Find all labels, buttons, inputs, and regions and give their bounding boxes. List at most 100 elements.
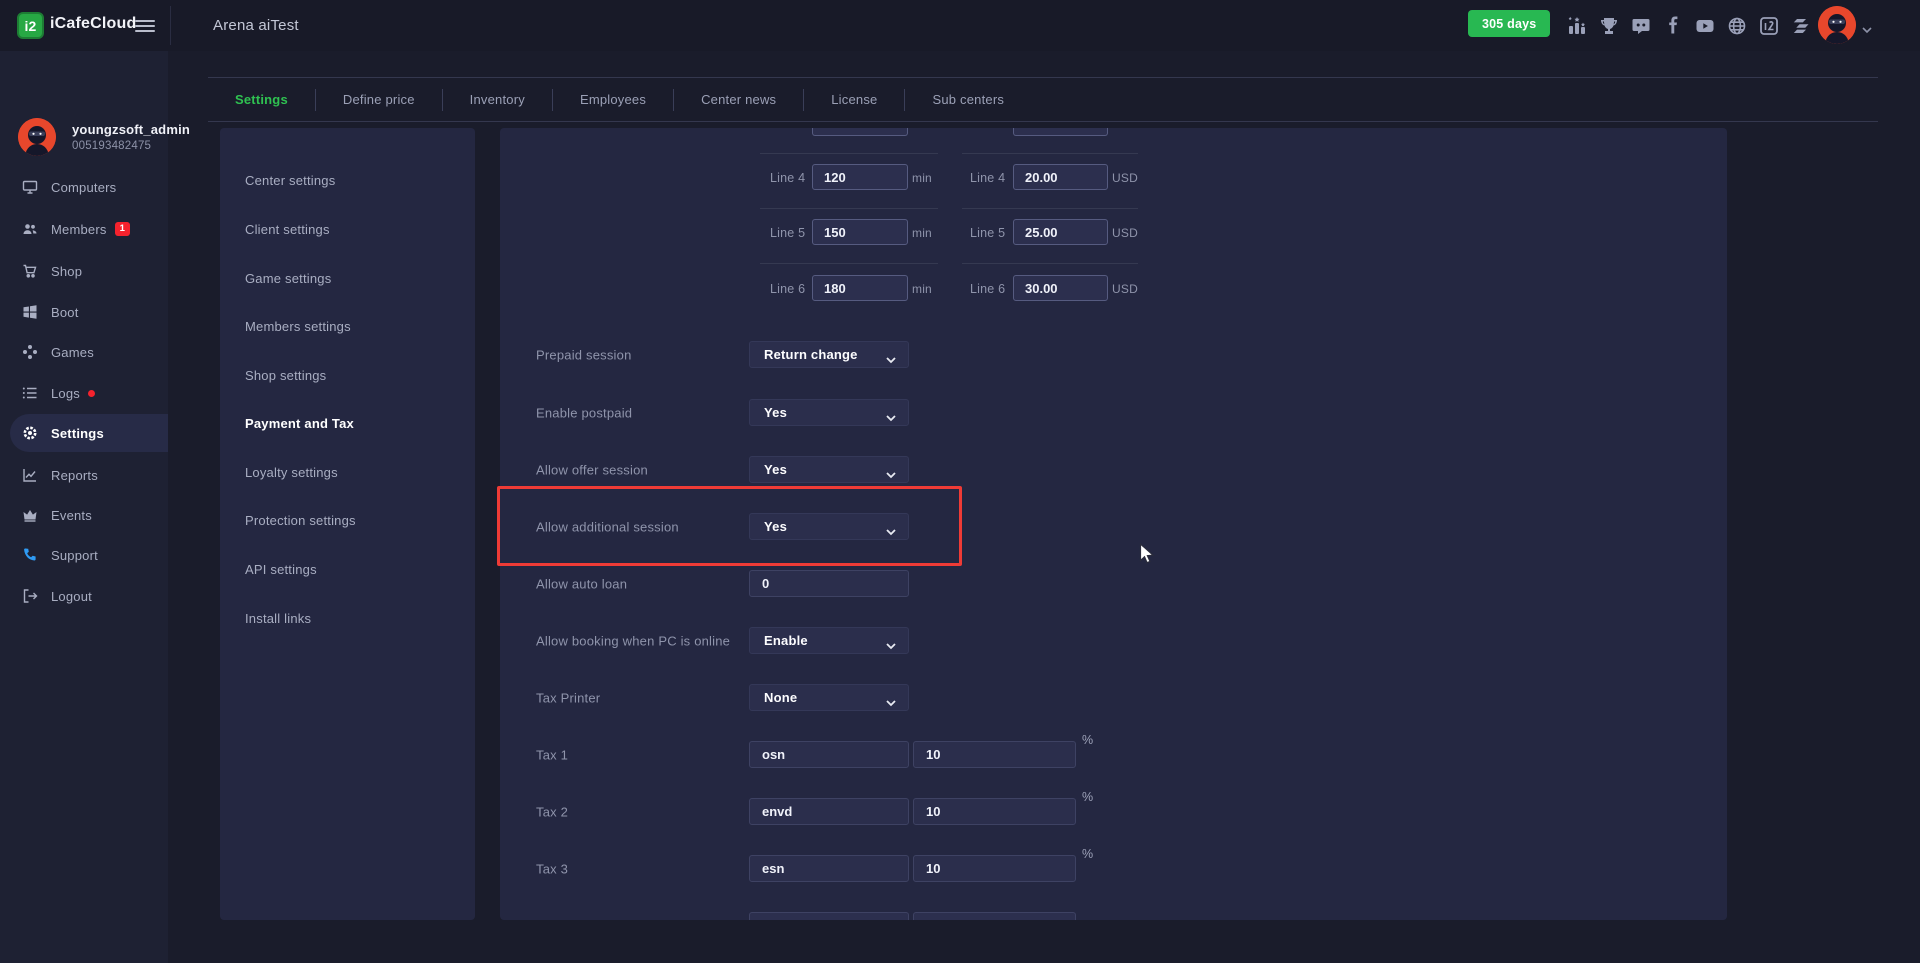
tab-inventory[interactable]: Inventory [443,92,552,107]
line5-usd-unit: USD [1112,226,1138,240]
discord-icon[interactable] [1629,14,1652,37]
sidebar-item-logout[interactable]: Logout [0,577,168,615]
nav-client-settings[interactable]: Client settings [245,219,330,239]
tab-define-price[interactable]: Define price [316,92,442,107]
sidebar-item-support[interactable]: Support [0,536,168,574]
header-divider [170,6,171,45]
chart-icon [21,467,38,484]
nav-center-settings[interactable]: Center settings [245,170,335,190]
form-row-prepaid-session: Prepaid session Return change [500,341,1727,369]
line5-min-input[interactable] [812,219,908,245]
allow-booking-select[interactable]: Enable [749,627,909,654]
nav-shop-settings[interactable]: Shop settings [245,365,326,385]
tab-sub-centers[interactable]: Sub centers [905,92,1031,107]
brand-logo-icon[interactable]: i2 [17,12,44,39]
line4-usd-unit: USD [1112,171,1138,185]
allow-auto-loan-input[interactable] [749,570,909,597]
line6-min-input[interactable] [812,275,908,301]
line6-usd-input[interactable] [1013,275,1108,301]
globe-icon[interactable] [1725,14,1748,37]
nav-members-settings[interactable]: Members settings [245,316,351,336]
sidebar-item-shop[interactable]: Shop [0,252,168,290]
form-row-allow-auto-loan: Allow auto loan [500,570,1727,598]
enable-postpaid-select[interactable]: Yes [749,399,909,426]
tax1-rate-input[interactable] [913,741,1076,768]
form-row-tax1: Tax 1 % [500,741,1727,769]
tabbar-bottom-divider [208,121,1878,122]
form-row-allow-offer-session: Allow offer session Yes [500,456,1727,484]
tax3-percent-unit: % [1082,847,1093,861]
nav-game-settings[interactable]: Game settings [245,268,331,288]
tax1-percent-unit: % [1082,733,1093,747]
user-name: youngzsoft_admin [72,122,190,137]
trophy-icon[interactable] [1597,14,1620,37]
line6-min-unit: min [912,282,932,296]
nav-protection-settings[interactable]: Protection settings [245,510,356,530]
sidebar-user-avatar[interactable] [18,118,56,156]
account-caret-icon[interactable] [1862,21,1872,31]
tax3-name-input[interactable] [749,855,909,882]
scrolled-input-sliver [913,912,1076,920]
logs-alert-dot [88,390,95,397]
chevron-down-icon [886,524,896,531]
tab-center-news[interactable]: Center news [674,92,803,107]
form-row-allow-booking: Allow booking when PC is online Enable [500,627,1727,655]
tab-employees[interactable]: Employees [553,92,673,107]
sidebar-item-games[interactable]: Games [0,333,168,371]
youtube-icon[interactable] [1693,14,1716,37]
tax-printer-select[interactable]: None [749,684,909,711]
line6-usd-label: Line 6 [970,282,1005,296]
line5-min-unit: min [912,226,932,240]
sidebar-item-members[interactable]: Members 1 [0,210,168,248]
chevron-down-icon [886,410,896,417]
phone-icon [21,547,38,564]
tax1-name-input[interactable] [749,741,909,768]
form-row-enable-postpaid: Enable postpaid Yes [500,399,1727,427]
users-icon [21,221,38,238]
tax2-rate-input[interactable] [913,798,1076,825]
tax2-name-input[interactable] [749,798,909,825]
hamburger-menu-icon[interactable] [135,17,155,33]
windows-icon [21,304,38,321]
members-count-badge: 1 [115,222,130,236]
top-header: i2 iCafeCloud Arena aiTest 305 days [0,0,1920,51]
allow-offer-session-select[interactable]: Yes [749,456,909,483]
tax3-rate-input[interactable] [913,855,1076,882]
tab-license[interactable]: License [804,92,904,107]
list-icon [21,385,38,402]
facebook-icon[interactable] [1661,14,1684,37]
sidebar-item-settings[interactable]: Settings [10,414,168,452]
nav-install-links[interactable]: Install links [245,608,311,628]
user-avatar[interactable] [1818,6,1856,44]
user-id: 005193482475 [72,140,151,152]
icafemenu-icon[interactable] [1789,14,1812,37]
form-row-tax2: Tax 2 % [500,798,1727,826]
sidebar-item-reports[interactable]: Reports [0,456,168,494]
nav-loyalty-settings[interactable]: Loyalty settings [245,462,338,482]
tab-settings[interactable]: Settings [208,92,315,107]
scrolled-input-sliver [749,912,909,920]
allow-additional-session-select[interactable]: Yes [749,513,909,540]
sidebar-item-boot[interactable]: Boot [0,293,168,331]
nav-api-settings[interactable]: API settings [245,559,317,579]
scrolled-input-sliver [812,128,908,136]
sidebar-item-computers[interactable]: Computers [0,168,168,206]
monitor-icon [21,179,38,196]
line5-usd-input[interactable] [1013,219,1108,245]
line6-usd-unit: USD [1112,282,1138,296]
line5-usd-label: Line 5 [970,226,1005,240]
line4-min-input[interactable] [812,164,908,190]
gear-icon [21,425,38,442]
brand-name: iCafeCloud [50,15,136,33]
ranking-icon[interactable] [1565,14,1588,37]
license-days-badge[interactable]: 305 days [1468,10,1550,37]
nav-payment-and-tax[interactable]: Payment and Tax [245,413,354,433]
form-row-tax3: Tax 3 % [500,855,1727,883]
payment-tax-form-panel: Line 4 min Line 5 min Line 6 min Line 4 … [500,128,1727,920]
sidebar-item-events[interactable]: Events [0,496,168,534]
line5-min-label: Line 5 [770,226,805,240]
prepaid-session-select[interactable]: Return change [749,341,909,368]
icafecloud-icon[interactable] [1757,14,1780,37]
line4-usd-input[interactable] [1013,164,1108,190]
sidebar-item-logs[interactable]: Logs [0,374,168,412]
